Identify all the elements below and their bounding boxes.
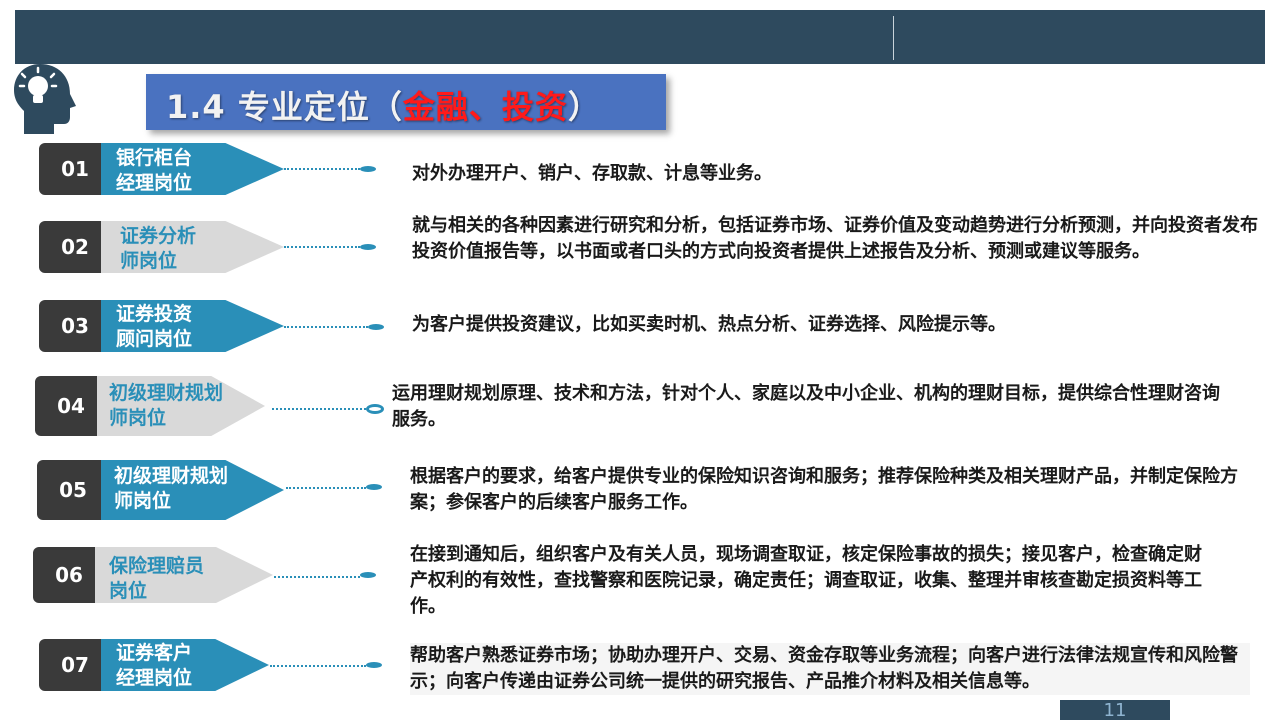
role-number: 01	[39, 143, 111, 195]
connector-line	[284, 326, 368, 328]
role-description: 帮助客户熟悉证券市场；协助办理开户、交易、资金存取等业务流程；向客户进行法律法规…	[410, 643, 1250, 695]
connector-dot	[360, 244, 376, 250]
role-description: 对外办理开户、销户、存取款、计息等业务。	[412, 163, 772, 184]
page-title: 1.4 专业定位（金融、投资）	[166, 82, 601, 128]
connector-line	[270, 665, 366, 667]
connector-dot	[368, 324, 384, 330]
role-description: 为客户提供投资建议，比如买卖时机、热点分析、证券选择、风险提示等。	[412, 314, 1006, 335]
title-suffix: ）	[567, 88, 601, 126]
role-label: 初级理财规划 师岗位	[109, 382, 224, 429]
connector-line	[284, 168, 360, 170]
connector-dot	[360, 166, 376, 172]
role-number: 07	[39, 639, 111, 691]
role-label: 证券分析 师岗位	[120, 225, 197, 272]
connector-line	[286, 487, 366, 489]
title-banner: 1.4 专业定位（金融、投资）	[146, 74, 666, 130]
role-number: 02	[39, 221, 111, 273]
role-label: 初级理财规划 师岗位	[114, 465, 229, 512]
role-description: 根据客户的要求，给客户提供专业的保险知识咨询和服务；推荐保险种类及相关理财产品，…	[410, 466, 1238, 513]
role-label: 保险理赔员 岗位	[109, 555, 205, 602]
lightbulb-head-icon	[14, 64, 76, 134]
connector-dot	[366, 484, 382, 490]
role-number: 06	[33, 547, 105, 603]
header-divider	[893, 16, 894, 60]
connector-line	[274, 576, 360, 578]
role-description: 在接到通知后，组织客户及有关人员，现场调查取证，核定保险事故的损失；接见客户，检…	[410, 544, 1202, 617]
header-bar	[15, 10, 1265, 64]
role-number: 05	[37, 460, 109, 520]
page-number: 11	[1060, 700, 1170, 720]
role-number: 04	[35, 376, 107, 436]
connector-line	[272, 408, 366, 410]
role-number: 03	[39, 300, 111, 352]
title-prefix: 1.4 专业定位（	[166, 88, 403, 126]
role-label: 银行柜台 经理岗位	[116, 147, 193, 194]
role-description: 运用理财规划原理、技术和方法，针对个人、家庭以及中小企业、机构的理财目标，提供综…	[392, 383, 1220, 430]
connector-line	[284, 246, 360, 248]
connector-dot	[360, 572, 376, 578]
connector-dot	[366, 404, 384, 414]
role-label: 证券投资 顾问岗位	[116, 303, 193, 350]
connector-dot	[366, 662, 382, 668]
title-accent: 金融、投资	[402, 88, 568, 126]
role-description: 就与相关的各种因素进行研究和分析，包括证券市场、证券价值及变动趋势进行分析预测，…	[412, 215, 1258, 262]
role-label: 证券客户 经理岗位	[116, 642, 193, 689]
